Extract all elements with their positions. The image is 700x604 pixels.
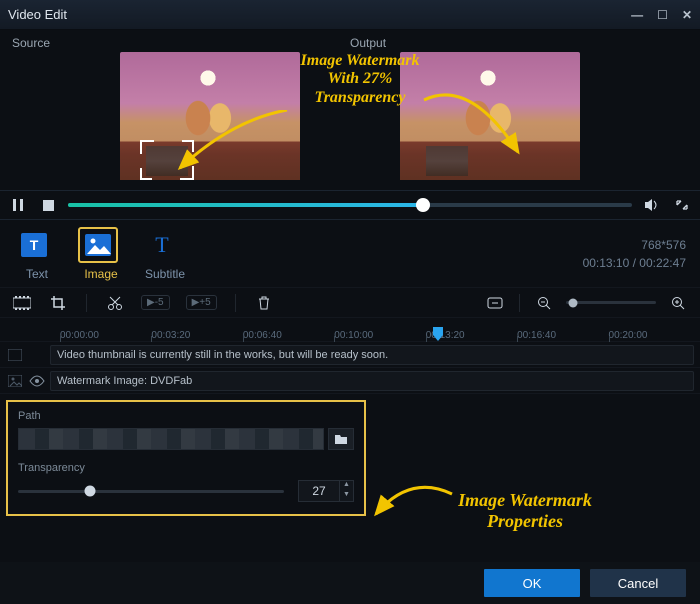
annotation-props: Image Watermark Properties [430, 490, 620, 531]
annotation-top: Image Watermark With 27% Transparency [285, 52, 435, 107]
transparency-spinbox[interactable]: 27 ▲ ▼ [298, 480, 354, 502]
ok-button[interactable]: OK [484, 569, 580, 597]
minimize-icon[interactable]: — [631, 8, 643, 22]
watermark-track[interactable]: Watermark Image: DVDFab [0, 368, 700, 394]
timeline-tick: 00:06:40 [243, 330, 334, 341]
svg-text:T: T [155, 232, 169, 257]
spin-down-icon[interactable]: ▼ [340, 491, 353, 501]
transparency-value: 27 [299, 484, 339, 498]
volume-icon[interactable] [642, 195, 662, 215]
title-bar: Video Edit — ☐ ✕ [0, 0, 700, 30]
zoom-out-icon[interactable] [534, 293, 554, 313]
trash-icon[interactable] [254, 293, 274, 313]
transparency-slider[interactable] [18, 490, 284, 493]
timeline-tick: 00:16:40 [517, 330, 608, 341]
watermark-track-content: Watermark Image: DVDFab [50, 371, 694, 391]
edit-toolbar: ▶-5 ▶+5 [0, 288, 700, 318]
tab-image[interactable]: Image [78, 227, 124, 281]
fit-icon[interactable] [485, 293, 505, 313]
watermark-properties-panel: Path Transparency 27 ▲ ▼ [6, 400, 366, 516]
window-title: Video Edit [8, 7, 67, 22]
image-watermark-icon [78, 227, 118, 263]
visibility-toggle-icon[interactable] [26, 375, 48, 387]
watermark-overlay-output [426, 146, 468, 176]
zoom-in-icon[interactable] [668, 293, 688, 313]
path-input[interactable] [18, 428, 324, 450]
progress-slider[interactable] [68, 203, 632, 207]
transparency-label: Transparency [18, 462, 354, 474]
timeline-tracks: Video thumbnail is currently still in th… [0, 342, 700, 394]
dialog-footer: OK Cancel [0, 562, 700, 604]
timeline-tick: 00:20:00 [609, 330, 700, 341]
skip-back-button[interactable]: ▶-5 [141, 295, 170, 310]
filmstrip-icon[interactable] [12, 293, 32, 313]
playhead-icon[interactable] [432, 326, 444, 342]
browse-button[interactable] [328, 428, 354, 450]
video-track[interactable]: Video thumbnail is currently still in th… [0, 342, 700, 368]
resolution-text: 768*576 [583, 236, 686, 254]
timeline-tick: 00:03:20 [151, 330, 242, 341]
svg-text:T: T [30, 237, 39, 253]
video-track-icon [4, 349, 26, 361]
tab-text-label: Text [14, 267, 60, 281]
skip-forward-button[interactable]: ▶+5 [186, 295, 217, 310]
pause-button[interactable] [8, 195, 28, 215]
source-preview[interactable] [120, 52, 300, 180]
tab-subtitle-label: Subtitle [142, 267, 188, 281]
source-label: Source [12, 36, 350, 50]
tab-text[interactable]: T Text [14, 227, 60, 281]
watermark-selection-marker[interactable] [140, 140, 194, 180]
cut-icon[interactable] [105, 293, 125, 313]
cancel-button[interactable]: Cancel [590, 569, 686, 597]
path-label: Path [18, 410, 354, 422]
zoom-slider[interactable] [566, 301, 656, 304]
image-track-icon [4, 375, 26, 387]
mode-tabs: T Text Image T Subtitle 768*576 00:13:10… [0, 220, 700, 288]
tab-subtitle[interactable]: T Subtitle [142, 227, 188, 281]
window-controls: — ☐ ✕ [631, 8, 692, 22]
crop-icon[interactable] [48, 293, 68, 313]
subtitle-icon: T [142, 227, 182, 263]
folder-icon [334, 433, 348, 445]
text-watermark-icon: T [14, 227, 54, 263]
timeline-tick: 00:10:00 [334, 330, 425, 341]
video-track-content: Video thumbnail is currently still in th… [50, 345, 694, 365]
tab-image-label: Image [78, 267, 124, 281]
playback-bar [0, 190, 700, 220]
timecode-text: 00:13:10 / 00:22:47 [583, 254, 686, 272]
stop-button[interactable] [38, 195, 58, 215]
media-info: 768*576 00:13:10 / 00:22:47 [583, 236, 686, 272]
spin-up-icon[interactable]: ▲ [340, 481, 353, 491]
maximize-icon[interactable]: ☐ [657, 8, 668, 22]
timeline-ruler[interactable]: 00:00:00 00:03:20 00:06:40 00:10:00 00:1… [0, 318, 700, 342]
close-icon[interactable]: ✕ [682, 8, 692, 22]
fullscreen-icon[interactable] [672, 195, 692, 215]
output-label: Output [350, 36, 688, 50]
timeline-tick: 00:00:00 [60, 330, 151, 341]
